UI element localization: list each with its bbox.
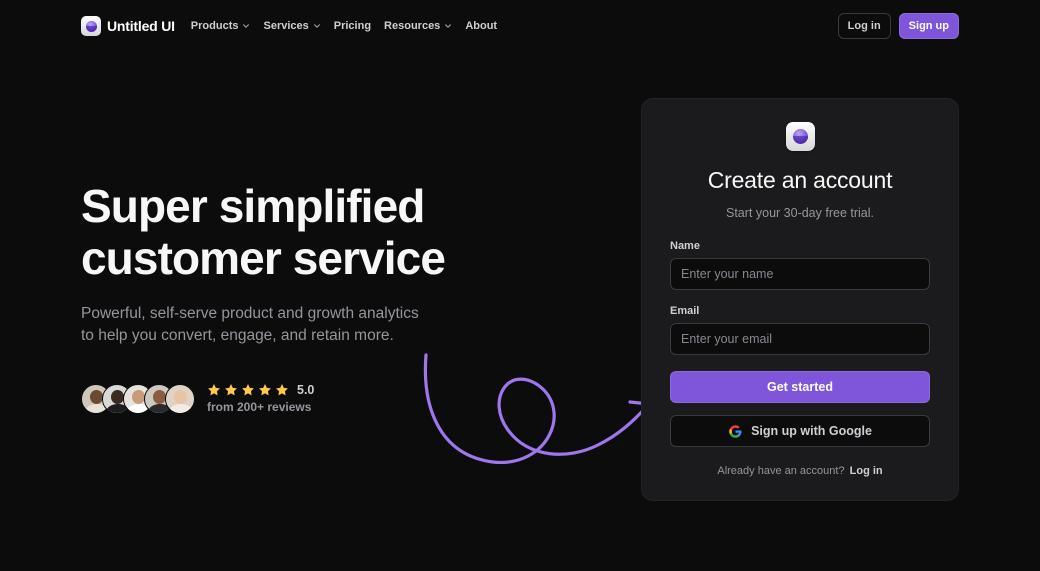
curved-arrow-icon xyxy=(423,353,651,464)
hero-headline: Super simplified customer service xyxy=(81,180,446,284)
star-icon xyxy=(225,384,237,396)
star-icon xyxy=(259,384,271,396)
avatar xyxy=(165,383,195,414)
signup-card: Create an account Start your 30-day free… xyxy=(641,98,959,501)
star-icon xyxy=(208,384,220,396)
chevron-down-icon xyxy=(313,24,320,28)
nav-actions: Log in Sign up xyxy=(837,13,959,39)
card-subtitle: Start your 30-day free trial. xyxy=(726,206,874,220)
email-label: Email xyxy=(670,305,700,317)
nav-item-pricing[interactable]: Pricing xyxy=(334,20,371,32)
star-rating: 5.0 xyxy=(207,383,314,397)
rating-block: 5.0 from 200+ reviews xyxy=(207,383,314,414)
login-button[interactable]: Log in xyxy=(837,13,891,39)
avatar-group xyxy=(81,383,195,414)
top-navigation: Untitled UI Products Services Pricing Re… xyxy=(81,13,959,39)
brand-name: Untitled UI xyxy=(107,18,175,34)
get-started-button[interactable]: Get started xyxy=(670,371,930,403)
google-icon xyxy=(729,424,742,438)
login-prompt-text: Already have an account? xyxy=(717,465,845,477)
login-link[interactable]: Log in xyxy=(850,465,883,477)
nav-item-resources[interactable]: Resources xyxy=(384,20,452,32)
headline-line: customer service xyxy=(81,232,446,284)
nav-links: Products Services Pricing Resources Abou… xyxy=(191,20,497,32)
email-input[interactable] xyxy=(670,323,930,355)
subheading-line: to help you convert, engage, and retain … xyxy=(81,327,394,344)
star-icon xyxy=(242,384,254,396)
brand-logo[interactable]: Untitled UI xyxy=(81,16,175,36)
google-signup-button[interactable]: Sign up with Google xyxy=(670,415,930,447)
chevron-down-icon xyxy=(243,24,250,28)
signup-button[interactable]: Sign up xyxy=(898,13,959,39)
logo-icon xyxy=(81,16,101,36)
name-input[interactable] xyxy=(670,258,930,290)
social-proof: 5.0 from 200+ reviews xyxy=(81,383,314,414)
subheading-line: Powerful, self-serve product and growth … xyxy=(81,305,419,322)
login-prompt: Already have an account? Log in xyxy=(642,465,958,477)
card-title: Create an account xyxy=(707,167,893,193)
nav-item-label: About xyxy=(465,20,498,32)
nav-item-services[interactable]: Services xyxy=(263,20,320,32)
nav-item-label: Resources xyxy=(384,20,441,32)
nav-item-about[interactable]: About xyxy=(465,20,497,32)
nav-item-label: Pricing xyxy=(333,20,372,32)
google-button-label: Sign up with Google xyxy=(751,424,872,438)
hero-subheading: Powerful, self-serve product and growth … xyxy=(81,303,441,347)
star-icon xyxy=(276,384,288,396)
nav-item-label: Services xyxy=(263,20,309,32)
headline-line: Super simplified xyxy=(81,180,425,232)
name-label: Name xyxy=(670,240,700,252)
review-count: from 200+ reviews xyxy=(207,400,312,414)
nav-item-products[interactable]: Products xyxy=(191,20,251,32)
chevron-down-icon xyxy=(445,24,452,28)
logo-icon xyxy=(786,122,815,151)
nav-item-label: Products xyxy=(190,20,239,32)
rating-score: 5.0 xyxy=(297,383,315,397)
